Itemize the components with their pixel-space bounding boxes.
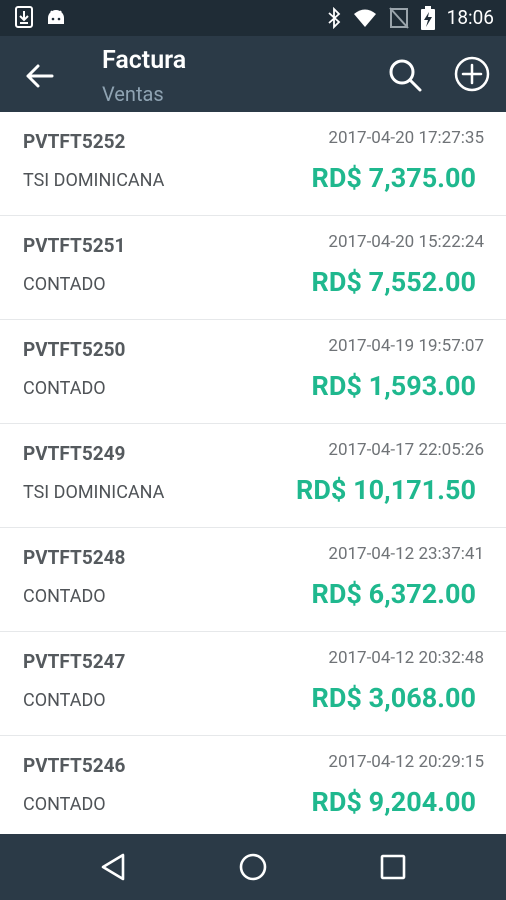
battery-charging-icon	[420, 6, 435, 30]
nav-home-button[interactable]	[236, 850, 270, 884]
no-sim-icon	[388, 7, 409, 29]
invoice-code: PVTFT5249	[23, 442, 126, 465]
invoice-date: 2017-04-19 19:57:07	[328, 336, 484, 356]
invoice-amount: RD$ 9,204.00	[311, 786, 476, 818]
recents-square-icon	[380, 854, 406, 880]
invoice-row[interactable]: PVTFT5246 2017-04-12 20:29:15 CONTADO RD…	[0, 736, 506, 834]
invoice-amount: RD$ 7,552.00	[311, 266, 476, 298]
invoice-amount: RD$ 7,375.00	[311, 162, 476, 194]
invoice-date: 2017-04-12 20:32:48	[328, 648, 484, 668]
navigation-bar	[0, 834, 506, 900]
invoice-row[interactable]: PVTFT5252 2017-04-20 17:27:35 TSI DOMINI…	[0, 112, 506, 216]
download-icon	[14, 6, 34, 28]
invoice-row[interactable]: PVTFT5248 2017-04-12 23:37:41 CONTADO RD…	[0, 528, 506, 632]
invoice-code: PVTFT5252	[23, 130, 126, 153]
invoice-date: 2017-04-12 20:29:15	[328, 752, 484, 772]
search-icon	[389, 59, 422, 92]
invoice-row[interactable]: PVTFT5249 2017-04-17 22:05:26 TSI DOMINI…	[0, 424, 506, 528]
invoice-code: PVTFT5246	[23, 754, 126, 777]
invoice-client: CONTADO	[23, 378, 106, 399]
android-icon	[46, 8, 66, 26]
invoice-list: PVTFT5252 2017-04-20 17:27:35 TSI DOMINI…	[0, 112, 506, 834]
search-button[interactable]	[386, 56, 424, 94]
invoice-amount: RD$ 10,171.50	[296, 474, 476, 506]
invoice-client: CONTADO	[23, 794, 106, 815]
nav-recents-button[interactable]	[376, 850, 410, 884]
invoice-amount: RD$ 1,593.00	[311, 370, 476, 402]
add-button[interactable]	[452, 54, 492, 94]
invoice-code: PVTFT5248	[23, 546, 126, 569]
invoice-date: 2017-04-12 23:37:41	[328, 544, 484, 564]
invoice-client: CONTADO	[23, 690, 106, 711]
invoice-code: PVTFT5251	[23, 234, 126, 257]
bluetooth-icon	[327, 7, 341, 29]
home-circle-icon	[239, 853, 267, 881]
invoice-date: 2017-04-17 22:05:26	[328, 440, 484, 460]
page-subtitle: Ventas	[102, 82, 164, 106]
invoice-client: TSI DOMINICANA	[23, 482, 165, 503]
invoice-date: 2017-04-20 17:27:35	[328, 128, 484, 148]
back-triangle-icon	[101, 853, 125, 881]
invoice-client: CONTADO	[23, 586, 106, 607]
invoice-row[interactable]: PVTFT5250 2017-04-19 19:57:07 CONTADO RD…	[0, 320, 506, 424]
wifi-icon	[353, 8, 377, 28]
back-button[interactable]	[22, 58, 58, 94]
page-title: Factura	[102, 46, 187, 75]
status-time: 18:06	[446, 6, 494, 29]
nav-back-button[interactable]	[97, 850, 131, 884]
invoice-client: TSI DOMINICANA	[23, 170, 165, 191]
invoice-code: PVTFT5250	[23, 338, 126, 361]
status-bar: 18:06	[0, 0, 506, 36]
invoice-amount: RD$ 6,372.00	[311, 578, 476, 610]
invoice-date: 2017-04-20 15:22:24	[328, 232, 484, 252]
invoice-client: CONTADO	[23, 274, 106, 295]
invoice-code: PVTFT5247	[23, 650, 126, 673]
app-bar: Factura Ventas	[0, 36, 506, 112]
add-circle-icon	[454, 56, 490, 92]
invoice-row[interactable]: PVTFT5247 2017-04-12 20:32:48 CONTADO RD…	[0, 632, 506, 736]
invoice-amount: RD$ 3,068.00	[311, 682, 476, 714]
invoice-row[interactable]: PVTFT5251 2017-04-20 15:22:24 CONTADO RD…	[0, 216, 506, 320]
back-arrow-icon	[26, 64, 54, 88]
